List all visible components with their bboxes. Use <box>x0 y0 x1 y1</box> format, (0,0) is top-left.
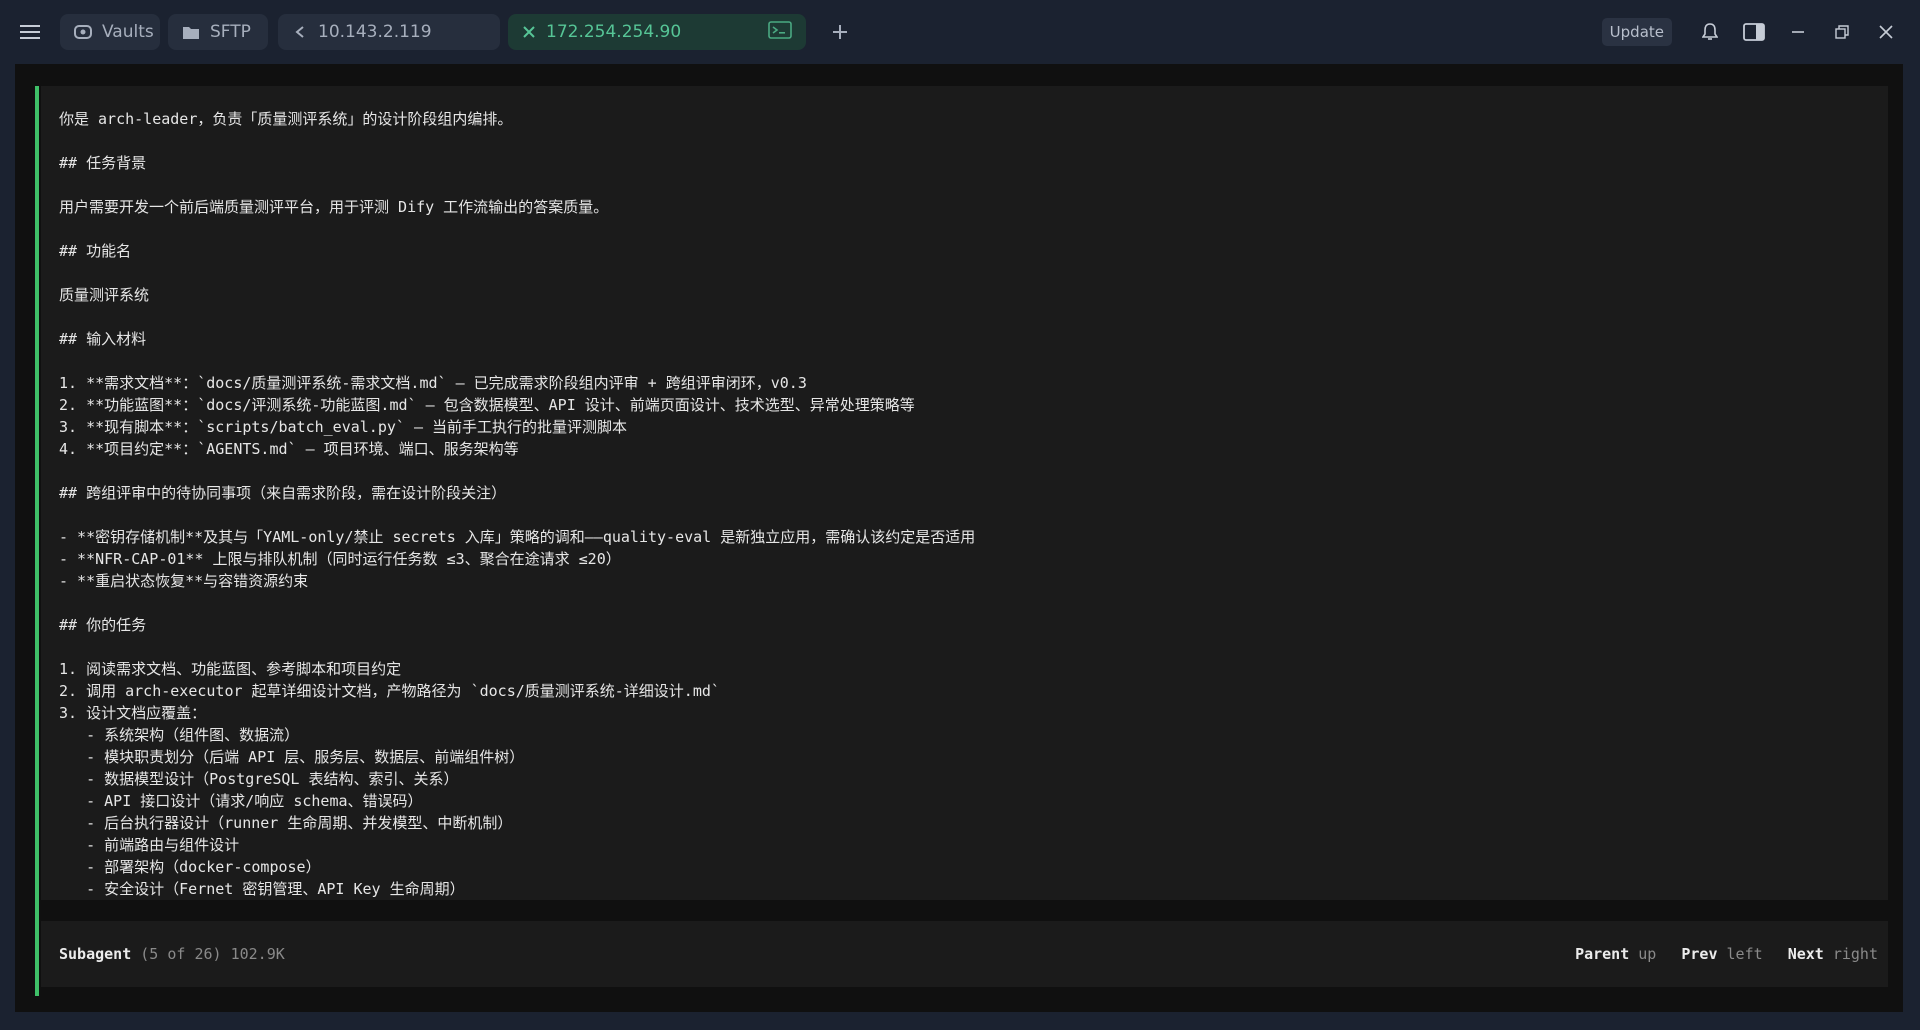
tab-label: SFTP <box>210 22 251 42</box>
prompt-text: 你是 arch-leader，负责「质量测评系统」的设计阶段组内编排。 ## 任… <box>41 86 1888 900</box>
prompt-line: 1. **需求文档**：`docs/质量测评系统-需求文档.md` — 已完成需… <box>59 374 807 392</box>
tab-label: 172.254.254.90 <box>546 22 682 42</box>
prompt-line: - 后台执行器设计（runner 生命周期、并发模型、中断机制） <box>59 814 513 832</box>
folder-icon <box>182 25 200 40</box>
close-icon[interactable] <box>522 25 536 39</box>
subagent-status-bar: Subagent (5 of 26) 102.9K Parent up Prev… <box>41 921 1888 987</box>
status-title: Subagent <box>59 945 132 963</box>
prompt-line: 你是 arch-leader，负责「质量测评系统」的设计阶段组内编排。 <box>59 110 513 128</box>
prompt-line: - 部署架构（docker-compose） <box>59 858 321 876</box>
prompt-line: ## 你的任务 <box>59 616 147 634</box>
prompt-line: 3. 设计文档应覆盖： <box>59 704 207 722</box>
prompt-line: - 前端路由与组件设计 <box>59 836 240 854</box>
close-window-icon[interactable] <box>1864 10 1908 54</box>
top-bar: Vaults SFTP 10.143.2.119 172.254.254.90 … <box>0 0 1920 64</box>
subagent-prompt-panel: 你是 arch-leader，负责「质量测评系统」的设计阶段组内编排。 ## 任… <box>41 86 1888 900</box>
sidebar-toggle-icon[interactable] <box>1732 10 1776 54</box>
add-tab-icon[interactable] <box>820 12 860 52</box>
prompt-line: ## 输入材料 <box>59 330 147 348</box>
tab-host-1[interactable]: 10.143.2.119 <box>278 14 500 50</box>
accent-bar <box>35 86 39 996</box>
bell-icon[interactable] <box>1688 10 1732 54</box>
prompt-line: - **密钥存储机制**及其与「YAML-only/禁止 secrets 入库」… <box>59 528 976 546</box>
terminal-icon <box>768 20 792 44</box>
prompt-line: - API 接口设计（请求/响应 schema、错误码） <box>59 792 423 810</box>
status-left: Subagent (5 of 26) 102.9K <box>59 945 285 963</box>
minimize-icon[interactable] <box>1776 10 1820 54</box>
prompt-line: - 数据模型设计（PostgreSQL 表结构、索引、关系） <box>59 770 459 788</box>
status-detail: (5 of 26) 102.9K <box>140 945 285 963</box>
tab-label: 10.143.2.119 <box>318 22 432 42</box>
prompt-line: 2. **功能蓝图**：`docs/评测系统-功能蓝图.md` — 包含数据模型… <box>59 396 915 414</box>
status-nav: Parent up Prev left Next right <box>1559 945 1878 963</box>
prompt-line: 质量测评系统 <box>59 286 150 304</box>
nav-next-key: right <box>1832 945 1878 963</box>
prompt-line: - **重启状态恢复**与容错资源约束 <box>59 572 309 590</box>
nav-prev[interactable]: Prev left <box>1681 945 1762 963</box>
prompt-line: - **NFR-CAP-01** 上限与排队机制（同时运行任务数 ≤3、聚合在途… <box>59 550 621 568</box>
nav-prev-label: Prev <box>1681 945 1718 963</box>
nav-parent-key: up <box>1638 945 1657 963</box>
tab-host-2-active[interactable]: 172.254.254.90 <box>508 14 806 50</box>
vault-icon <box>74 24 92 40</box>
terminal-view[interactable]: 你是 arch-leader，负责「质量测评系统」的设计阶段组内编排。 ## 任… <box>15 64 1903 1012</box>
nav-next-label: Next <box>1787 945 1824 963</box>
prompt-line: 3. **现有脚本**：`scripts/batch_eval.py` — 当前… <box>59 418 628 436</box>
nav-prev-key: left <box>1726 945 1763 963</box>
prompt-line: 用户需要开发一个前后端质量测评平台，用于评测 Dify 工作流输出的答案质量。 <box>59 198 609 216</box>
prompt-line: 4. **项目约定**：`AGENTS.md` — 项目环境、端口、服务架构等 <box>59 440 519 458</box>
prompt-line: - 模块职责划分（后端 API 层、服务层、数据层、前端组件树） <box>59 748 525 766</box>
prompt-line: ## 跨组评审中的待协同事项（来自需求阶段，需在设计阶段关注） <box>59 484 507 502</box>
tab-sftp[interactable]: SFTP <box>168 14 268 50</box>
prompt-line: 1. 阅读需求文档、功能蓝图、参考脚本和项目约定 <box>59 660 402 678</box>
nav-next[interactable]: Next right <box>1788 945 1878 963</box>
prompt-line: ## 功能名 <box>59 242 132 260</box>
update-button[interactable]: Update <box>1601 18 1672 46</box>
window-controls: Update <box>1601 0 1920 64</box>
arrow-left-icon <box>292 24 308 40</box>
nav-parent-label: Parent <box>1575 945 1630 963</box>
prompt-line: ## 任务背景 <box>59 154 147 172</box>
tab-label: Vaults <box>102 22 154 42</box>
prompt-line: - 安全设计（Fernet 密钥管理、API Key 生命周期） <box>59 880 465 898</box>
restore-icon[interactable] <box>1820 10 1864 54</box>
nav-parent[interactable]: Parent up <box>1575 945 1656 963</box>
prompt-line: 2. 调用 arch-executor 起草详细设计文档，产物路径为 `docs… <box>59 682 720 700</box>
tab-vaults[interactable]: Vaults <box>60 14 160 50</box>
prompt-line: - 系统架构（组件图、数据流） <box>59 726 300 744</box>
hamburger-menu-icon[interactable] <box>0 0 60 64</box>
